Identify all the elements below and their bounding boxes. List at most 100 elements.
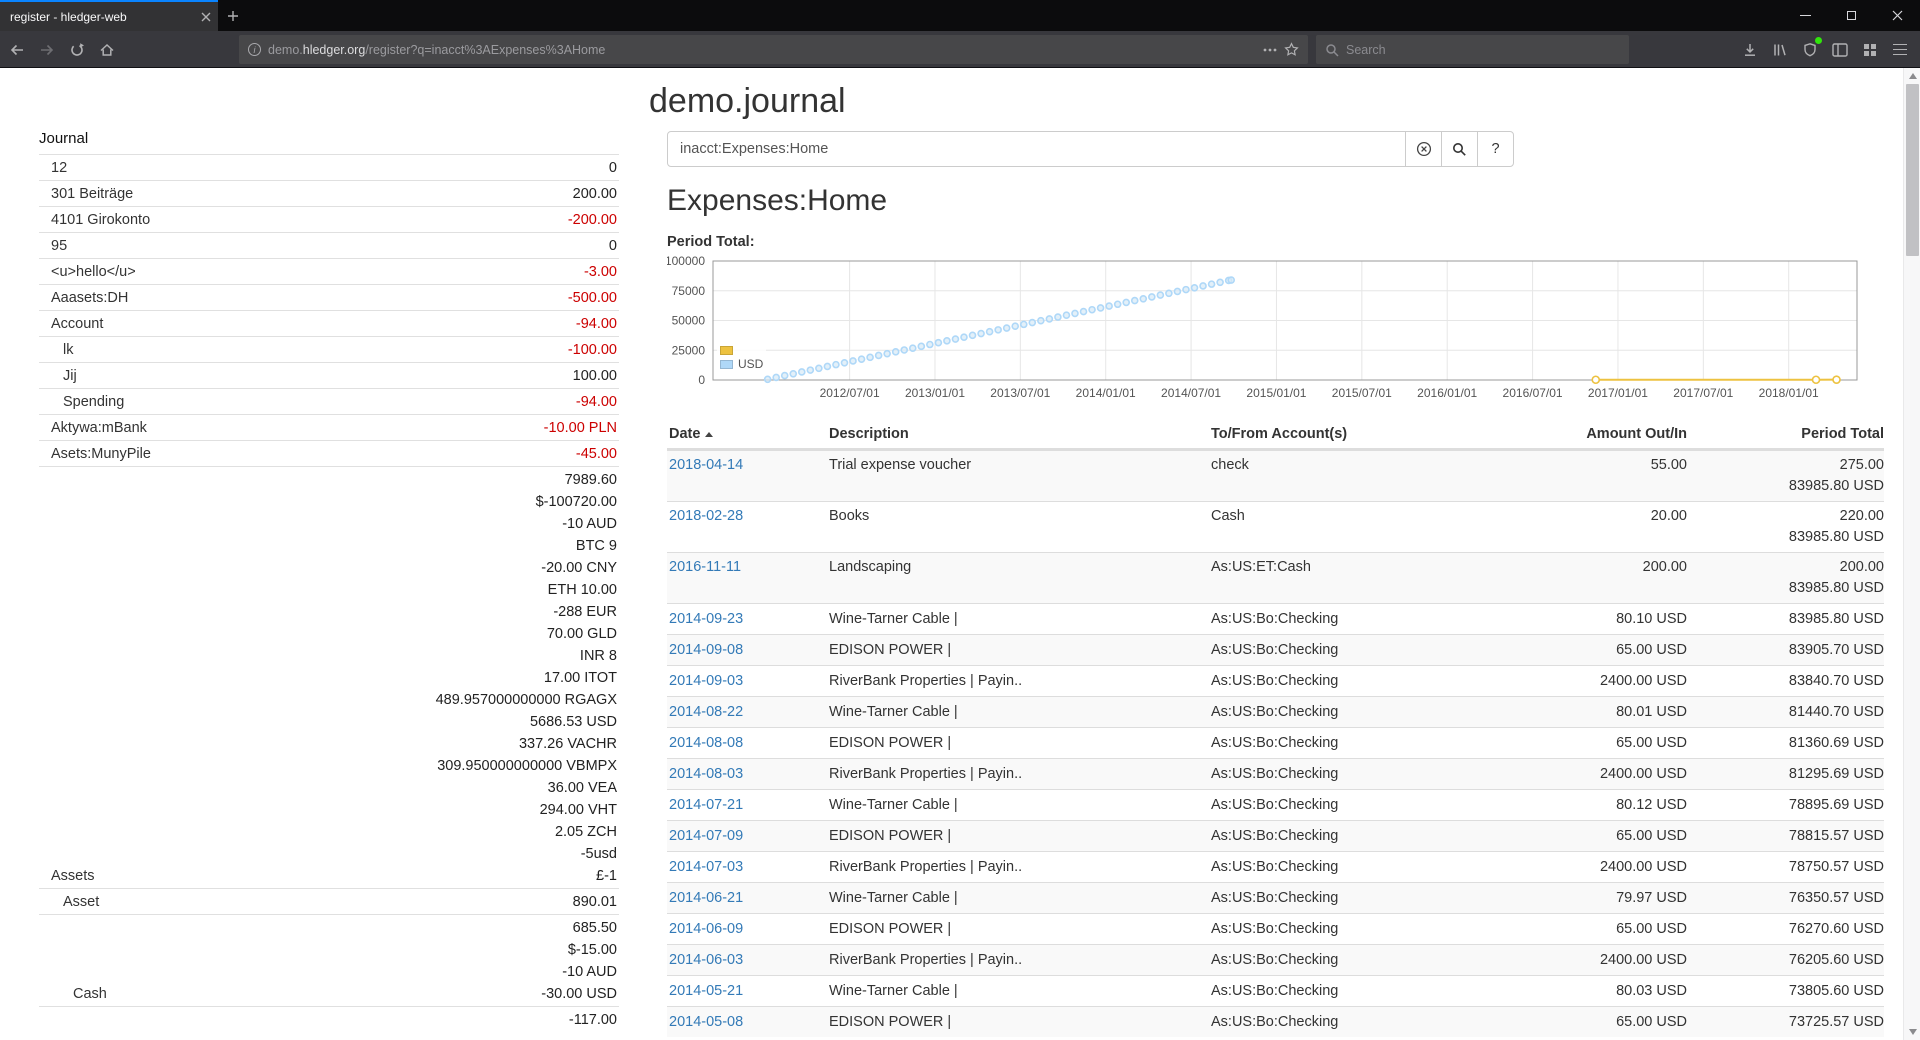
table-row: 2014-05-21Wine-Tarner Cable |As:US:Bo:Ch… (667, 975, 1884, 1006)
cell-period-total: 76270.60 USD (1687, 919, 1884, 939)
account-link[interactable]: Assets (39, 865, 95, 887)
account-link[interactable]: Asets:MunyPile (39, 443, 151, 465)
account-link[interactable]: Aaasets:DH (39, 287, 128, 309)
reload-button[interactable] (62, 35, 92, 64)
register-panel: ? Expenses:Home Period Total: 2012/07/01… (667, 68, 1884, 1040)
new-tab-button[interactable] (218, 0, 248, 31)
date-link[interactable]: 2014-07-09 (669, 828, 743, 844)
cell-period-total: 81295.69 USD (1687, 764, 1884, 784)
date-link[interactable]: 2014-05-08 (669, 1014, 743, 1030)
account-link[interactable]: 12 (39, 157, 67, 179)
period-total-line: 81295.69 USD (1687, 764, 1884, 784)
column-header-date[interactable]: Date (667, 424, 827, 444)
bookmark-star-icon[interactable] (1284, 42, 1299, 57)
date-link[interactable]: 2018-04-14 (669, 457, 743, 473)
date-link[interactable]: 2014-09-23 (669, 611, 743, 627)
balance-amount: -288 EUR (436, 601, 617, 623)
account-row: Jij100.00 (39, 362, 619, 388)
library-button[interactable] (1765, 35, 1795, 64)
svg-text:50000: 50000 (672, 314, 706, 328)
date-link[interactable]: 2014-08-22 (669, 704, 743, 720)
page-actions-icon[interactable] (1263, 48, 1277, 52)
balance-amount: 890.01 (573, 891, 617, 913)
table-row: 2016-11-11LandscapingAs:US:ET:Cash200.00… (667, 552, 1884, 603)
back-button[interactable] (2, 35, 32, 64)
account-link[interactable]: Account (39, 313, 103, 335)
window-maximize-button[interactable] (1828, 0, 1874, 31)
cell-amount: 79.97 USD (1539, 888, 1687, 908)
grid-button[interactable] (1855, 35, 1885, 64)
sidebar-toggle-button[interactable] (1825, 35, 1855, 64)
date-link[interactable]: 2016-11-11 (669, 559, 741, 575)
period-total-line: 78895.69 USD (1687, 795, 1884, 815)
scroll-down-arrow-icon[interactable] (1909, 1029, 1917, 1035)
cell-account: As:US:Bo:Checking (1209, 671, 1539, 691)
period-total-line: 73725.57 USD (1687, 1012, 1884, 1032)
table-row: 2014-08-22Wine-Tarner Cable |As:US:Bo:Ch… (667, 696, 1884, 727)
clear-query-button[interactable] (1405, 131, 1442, 167)
account-link[interactable]: 301 Beiträge (39, 183, 133, 205)
date-link[interactable]: 2014-06-03 (669, 952, 743, 968)
account-link[interactable]: 95 (39, 235, 67, 257)
account-link[interactable]: Aktywa:mBank (39, 417, 147, 439)
menu-button[interactable] (1885, 35, 1915, 64)
column-header-description: Description (827, 424, 1209, 444)
cell-date: 2014-08-08 (667, 733, 827, 753)
account-link[interactable]: Jij (39, 365, 77, 387)
downloads-button[interactable] (1735, 35, 1765, 64)
period-total-line: 275.00 (1687, 455, 1884, 476)
tab-close-icon[interactable] (201, 12, 211, 22)
search-form: ? (667, 131, 1514, 167)
cell-date: 2014-08-22 (667, 702, 827, 722)
plus-icon (227, 10, 239, 22)
vertical-scrollbar[interactable] (1903, 68, 1920, 1040)
balance-amount: -20.00 CNY (436, 557, 617, 579)
date-link[interactable]: 2014-06-21 (669, 890, 743, 906)
date-link[interactable]: 2014-09-08 (669, 642, 743, 658)
search-help-button[interactable]: ? (1477, 131, 1514, 167)
scroll-up-arrow-icon[interactable] (1909, 73, 1917, 79)
column-header-account: To/From Account(s) (1209, 424, 1539, 444)
period-total-line: 78750.57 USD (1687, 857, 1884, 877)
url-bar[interactable]: demo.hledger.org/register?q=inacct%3AExp… (239, 35, 1308, 64)
date-link[interactable]: 2014-07-21 (669, 797, 743, 813)
date-link[interactable]: 2014-05-21 (669, 983, 743, 999)
window-close-button[interactable] (1874, 0, 1920, 31)
search-icon (1325, 43, 1339, 57)
cell-period-total: 76350.57 USD (1687, 888, 1884, 908)
submit-search-button[interactable] (1441, 131, 1478, 167)
date-link[interactable]: 2014-08-03 (669, 766, 743, 782)
account-link[interactable]: Cash (39, 983, 107, 1005)
site-info-icon[interactable] (248, 43, 261, 56)
table-row: 2014-09-08EDISON POWER |As:US:Bo:Checkin… (667, 634, 1884, 665)
extension-button[interactable] (1795, 35, 1825, 64)
date-link[interactable]: 2018-02-28 (669, 508, 743, 524)
home-button[interactable] (92, 35, 122, 64)
journal-link[interactable]: Journal (39, 130, 619, 148)
period-total-line: 73805.60 USD (1687, 981, 1884, 1001)
cell-date: 2014-09-23 (667, 609, 827, 629)
browser-tab[interactable]: register - hledger-web (0, 0, 218, 31)
date-link[interactable]: 2014-08-08 (669, 735, 743, 751)
legend-label: USD (738, 357, 763, 371)
account-balance: 0 (609, 235, 617, 257)
tab-title: register - hledger-web (10, 10, 195, 24)
window-minimize-button[interactable] (1782, 0, 1828, 31)
clear-circle-icon (1416, 141, 1432, 157)
account-link[interactable]: <u>hello</u> (39, 261, 136, 283)
cell-amount: 2400.00 USD (1539, 764, 1687, 784)
cell-date: 2014-06-03 (667, 950, 827, 970)
browser-search-field[interactable]: Search (1316, 35, 1629, 64)
date-link[interactable]: 2014-06-09 (669, 921, 743, 937)
date-link[interactable]: 2014-09-03 (669, 673, 743, 689)
navigation-toolbar: demo.hledger.org/register?q=inacct%3AExp… (0, 31, 1920, 68)
account-link[interactable]: 4101 Girokonto (39, 209, 150, 231)
account-link[interactable]: Asset (39, 891, 99, 913)
date-link[interactable]: 2014-07-03 (669, 859, 743, 875)
account-link[interactable]: Spending (39, 391, 124, 413)
scrollbar-thumb[interactable] (1906, 84, 1919, 256)
query-input[interactable] (667, 131, 1406, 167)
forward-button[interactable] (32, 35, 62, 64)
cell-period-total: 83985.80 USD (1687, 609, 1884, 629)
account-link[interactable]: lk (39, 339, 73, 361)
